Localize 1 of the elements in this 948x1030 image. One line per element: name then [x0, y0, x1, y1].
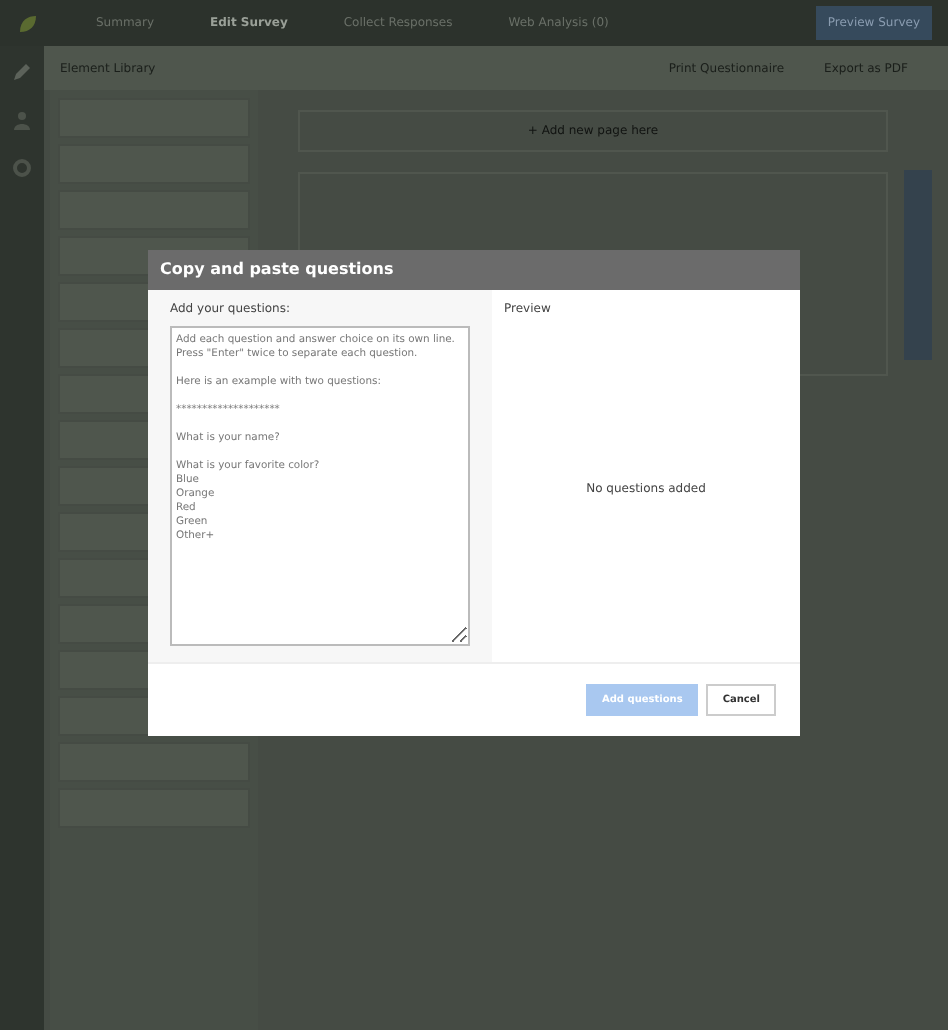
dialog-title: Copy and paste questions: [148, 250, 800, 290]
